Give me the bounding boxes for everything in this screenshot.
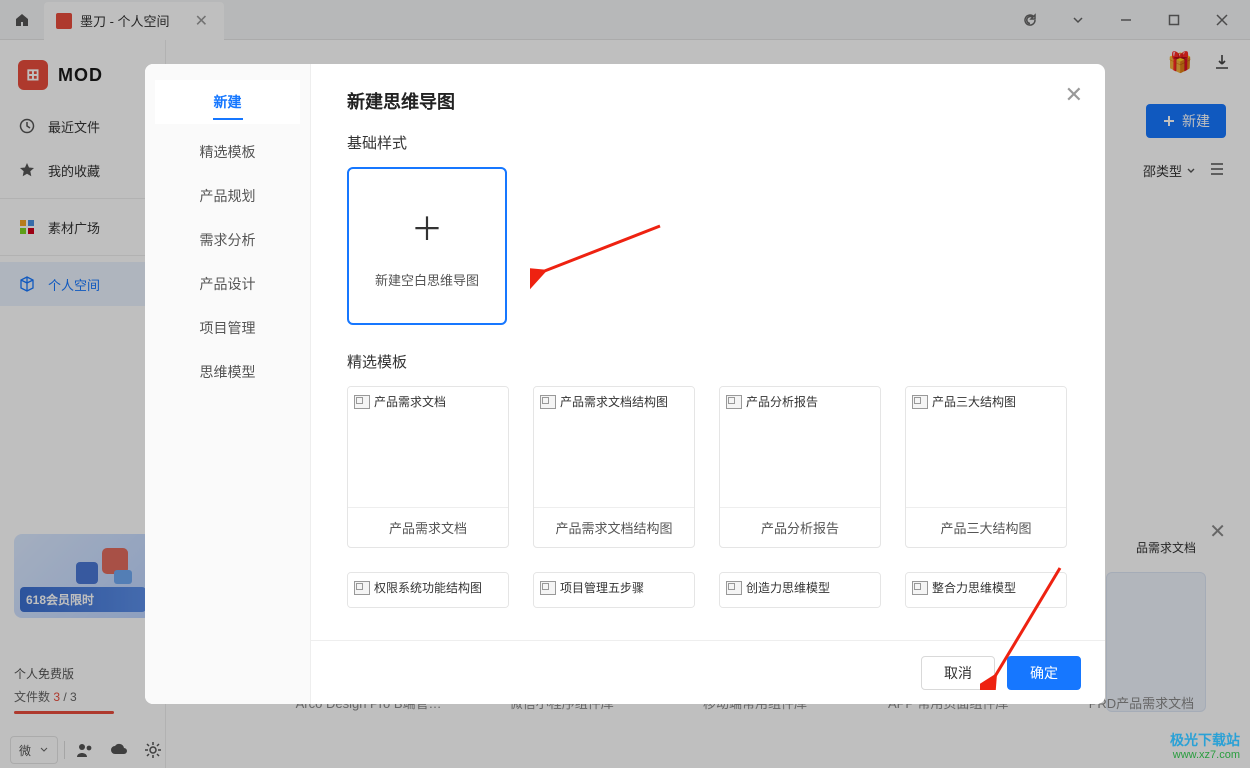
plus-icon: ＋ (411, 204, 443, 250)
template-card[interactable]: 产品分析报告产品分析报告 (719, 386, 881, 548)
modal-footer: 取消 确定 (311, 640, 1105, 704)
cancel-button[interactable]: 取消 (921, 656, 995, 690)
modal-tab-planning[interactable]: 产品规划 (145, 174, 310, 218)
modal-tab-featured[interactable]: 精选模板 (145, 130, 310, 174)
modal-tab-project[interactable]: 项目管理 (145, 306, 310, 350)
modal-tab-analysis[interactable]: 需求分析 (145, 218, 310, 262)
blank-label: 新建空白思维导图 (375, 270, 479, 289)
modal-content: 新建思维导图 基础样式 ＋ 新建空白思维导图 精选模板 产品需求文档产品需求文档… (311, 64, 1105, 704)
blank-mindmap-card[interactable]: ＋ 新建空白思维导图 (347, 167, 507, 325)
confirm-button[interactable]: 确定 (1007, 656, 1081, 690)
template-card[interactable]: 创造力思维模型 (719, 572, 881, 608)
template-card[interactable]: 产品需求文档结构图产品需求文档结构图 (533, 386, 695, 548)
template-card[interactable]: 产品需求文档产品需求文档 (347, 386, 509, 548)
modal-title: 新建思维导图 (347, 88, 1069, 114)
template-grid: 产品需求文档产品需求文档 产品需求文档结构图产品需求文档结构图 产品分析报告产品… (347, 386, 1069, 608)
modal-close-button[interactable]: ✕ (1065, 82, 1083, 108)
section-featured-title: 精选模板 (347, 351, 1069, 372)
template-card[interactable]: 项目管理五步骤 (533, 572, 695, 608)
template-card[interactable]: 权限系统功能结构图 (347, 572, 509, 608)
template-card[interactable]: 产品三大结构图产品三大结构图 (905, 386, 1067, 548)
modal-tab-new[interactable]: 新建 (155, 80, 300, 124)
new-mindmap-modal: 新建 精选模板 产品规划 需求分析 产品设计 项目管理 思维模型 新建思维导图 … (145, 64, 1105, 704)
modal-overlay: 新建 精选模板 产品规划 需求分析 产品设计 项目管理 思维模型 新建思维导图 … (0, 0, 1250, 768)
modal-tab-design[interactable]: 产品设计 (145, 262, 310, 306)
modal-sidebar: 新建 精选模板 产品规划 需求分析 产品设计 项目管理 思维模型 (145, 64, 311, 704)
modal-tab-model[interactable]: 思维模型 (145, 350, 310, 394)
section-basic-title: 基础样式 (347, 132, 1069, 153)
watermark: 极光下载站 www.xz7.com (1170, 732, 1240, 762)
template-card[interactable]: 整合力思维模型 (905, 572, 1067, 608)
